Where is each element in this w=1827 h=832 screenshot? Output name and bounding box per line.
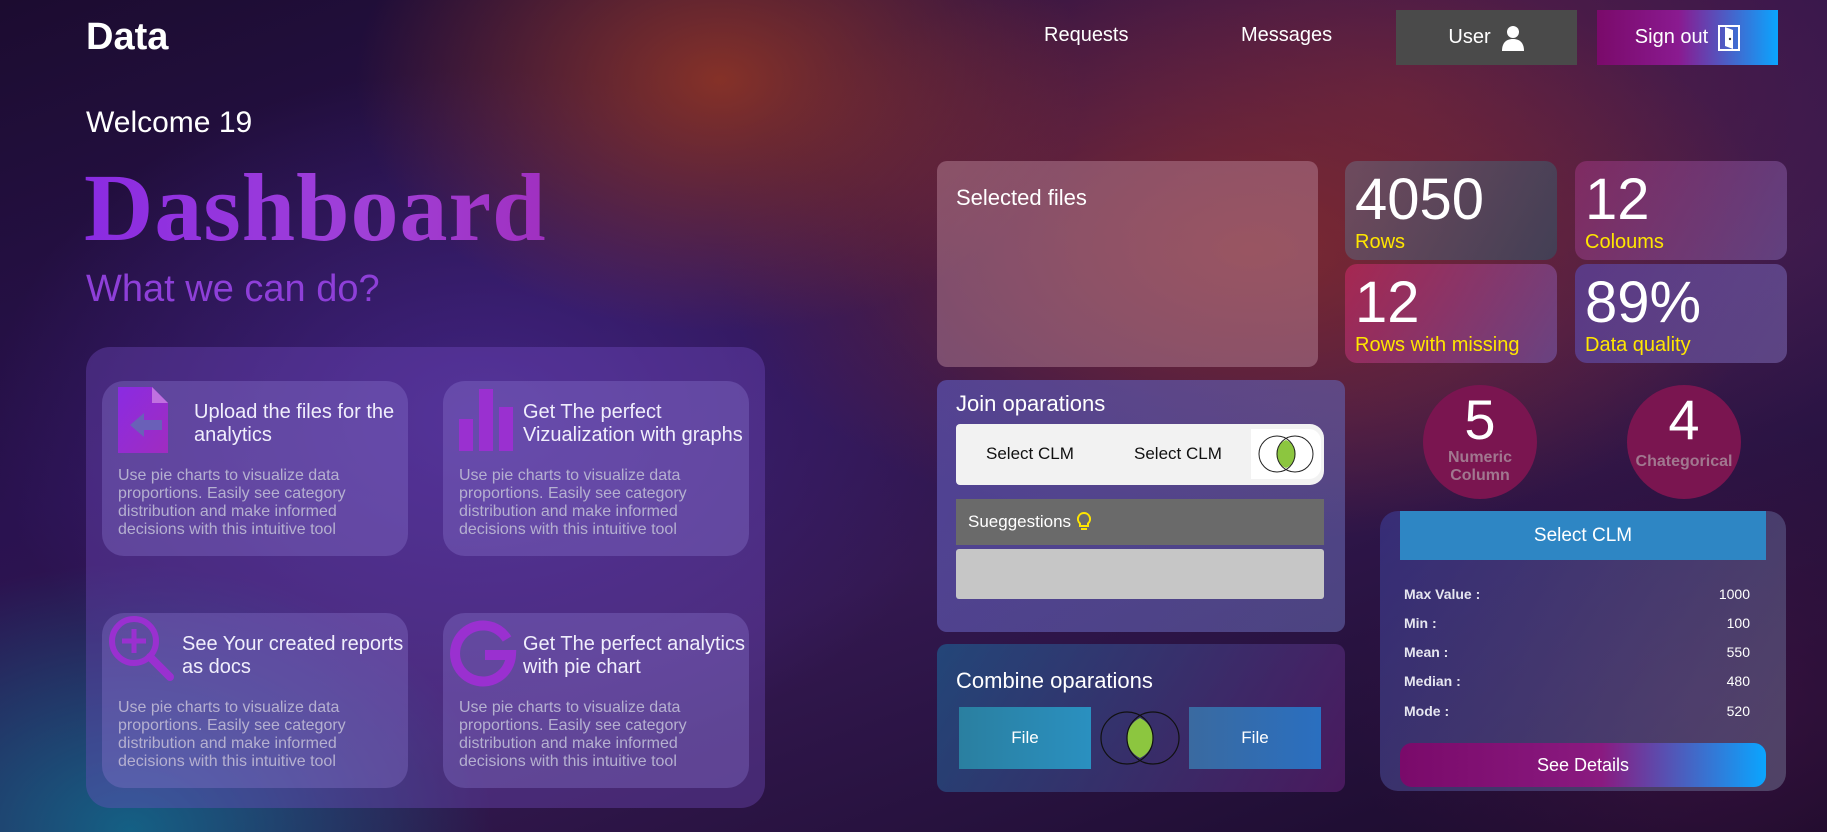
- badge-value: 4: [1668, 388, 1700, 451]
- venn-join-icon[interactable]: [1251, 429, 1321, 479]
- column-select-dropdown[interactable]: Select CLM: [1400, 511, 1766, 560]
- stat-row-label: Mode :: [1404, 703, 1450, 719]
- badge-value: 5: [1464, 388, 1496, 451]
- badge-label: Numeric Column: [1447, 449, 1513, 484]
- combine-operations-panel: Combine oparations File File: [937, 644, 1345, 792]
- column-stats-panel: Select CLM Max Value : 1000 Min : 100 Me…: [1380, 511, 1786, 791]
- feature-description: Use pie charts to visualize data proport…: [459, 467, 687, 538]
- stat-card-rows: 4050 Rows: [1345, 161, 1557, 260]
- join-selector-bar: Select CLM Select CLM: [956, 424, 1324, 485]
- suggestions-bar[interactable]: Sueggestions: [956, 499, 1324, 545]
- numeric-column-badge: 5 Numeric Column: [1423, 385, 1537, 499]
- suggestions-input[interactable]: [956, 549, 1324, 599]
- stat-row-label: Mean :: [1404, 644, 1449, 660]
- join-title: Join oparations: [956, 391, 1106, 416]
- feature-title: See Your created reports as docs: [182, 633, 404, 678]
- sign-out-button[interactable]: Sign out: [1597, 10, 1778, 65]
- feature-description: Use pie charts to visualize data proport…: [118, 699, 346, 770]
- suggestions-label: Sueggestions: [968, 512, 1072, 531]
- stat-value: 12: [1355, 270, 1420, 335]
- selected-files-label: Selected files: [956, 185, 1087, 210]
- stat-label: Data quality: [1585, 334, 1691, 356]
- feature-card-upload[interactable]: Upload the files for the analytics Use p…: [102, 381, 408, 556]
- stat-row-label: Median :: [1404, 673, 1461, 689]
- stat-row-label: Min :: [1404, 615, 1437, 631]
- stat-row-max: Max Value : 1000: [1404, 586, 1750, 602]
- user-button-label: User: [1448, 26, 1491, 48]
- page-title: Dashboard: [84, 154, 547, 261]
- badge-label: Chategorical: [1635, 453, 1733, 470]
- join-operations-panel: Join oparations Select CLM Select CLM Su…: [937, 380, 1345, 632]
- upload-file-icon: [118, 387, 168, 453]
- sign-out-label: Sign out: [1634, 26, 1709, 48]
- user-icon: [1501, 25, 1524, 51]
- stat-row-value: 480: [1726, 673, 1750, 689]
- nav-link-requests[interactable]: Requests: [1044, 24, 1129, 47]
- venn-combine-icon[interactable]: [1095, 710, 1185, 766]
- join-select-right[interactable]: Select CLM: [1134, 444, 1222, 464]
- feature-title: Get The perfect Vizualization with graph…: [523, 401, 743, 446]
- zoom-in-icon: [109, 616, 174, 681]
- stat-label: Coloums: [1585, 231, 1664, 253]
- stat-card-columns: 12 Coloums: [1575, 161, 1787, 260]
- bar-chart-icon: [459, 389, 513, 451]
- nav-link-messages[interactable]: Messages: [1241, 24, 1332, 47]
- stat-row-value: 550: [1726, 644, 1750, 660]
- stat-row-mean: Mean : 550: [1404, 644, 1750, 660]
- stat-row-min: Min : 100: [1404, 615, 1750, 631]
- combine-title: Combine oparations: [956, 668, 1153, 693]
- stat-card-missing: 12 Rows with missing: [1345, 264, 1557, 363]
- feature-card-reports[interactable]: See Your created reports as docs Use pie…: [102, 613, 408, 788]
- feature-title: Get The perfect analytics with pie chart: [523, 633, 745, 678]
- stat-row-value: 1000: [1718, 586, 1750, 602]
- user-button[interactable]: User: [1396, 10, 1577, 65]
- stat-card-quality: 89% Data quality: [1575, 264, 1787, 363]
- stat-value: 4050: [1355, 167, 1485, 232]
- welcome-text: Welcome 19: [86, 106, 253, 139]
- stat-value: 12: [1585, 167, 1650, 232]
- lightbulb-icon: [1077, 512, 1092, 530]
- g-logo-icon: [450, 620, 517, 687]
- stat-label: Rows with missing: [1355, 334, 1520, 356]
- join-select-left[interactable]: Select CLM: [986, 444, 1074, 464]
- stat-row-label: Max Value :: [1404, 586, 1481, 602]
- feature-description: Use pie charts to visualize data proport…: [459, 699, 687, 770]
- stat-row-value: 100: [1726, 615, 1750, 631]
- door-exit-icon: [1718, 24, 1741, 51]
- categorical-column-badge: 4 Chategorical: [1627, 385, 1741, 499]
- combine-file-right-button[interactable]: File: [1189, 707, 1321, 769]
- stat-row-mode: Mode : 520: [1404, 703, 1750, 719]
- stat-row-median: Median : 480: [1404, 673, 1750, 689]
- stat-label: Rows: [1355, 231, 1406, 253]
- combine-file-left-button[interactable]: File: [959, 707, 1091, 769]
- stat-row-value: 520: [1726, 703, 1750, 719]
- brand-logo[interactable]: Data: [86, 16, 168, 59]
- feature-description: Use pie charts to visualize data proport…: [118, 467, 346, 538]
- feature-title: Upload the files for the analytics: [194, 401, 395, 446]
- stat-value: 89%: [1585, 270, 1702, 335]
- see-details-button[interactable]: See Details: [1400, 743, 1766, 787]
- page-subtitle: What we can do?: [86, 268, 380, 310]
- feature-card-visualization[interactable]: Get The perfect Vizualization with graph…: [443, 381, 749, 556]
- feature-card-analytics[interactable]: Get The perfect analytics with pie chart…: [443, 613, 749, 788]
- selected-files-panel[interactable]: Selected files: [937, 161, 1318, 367]
